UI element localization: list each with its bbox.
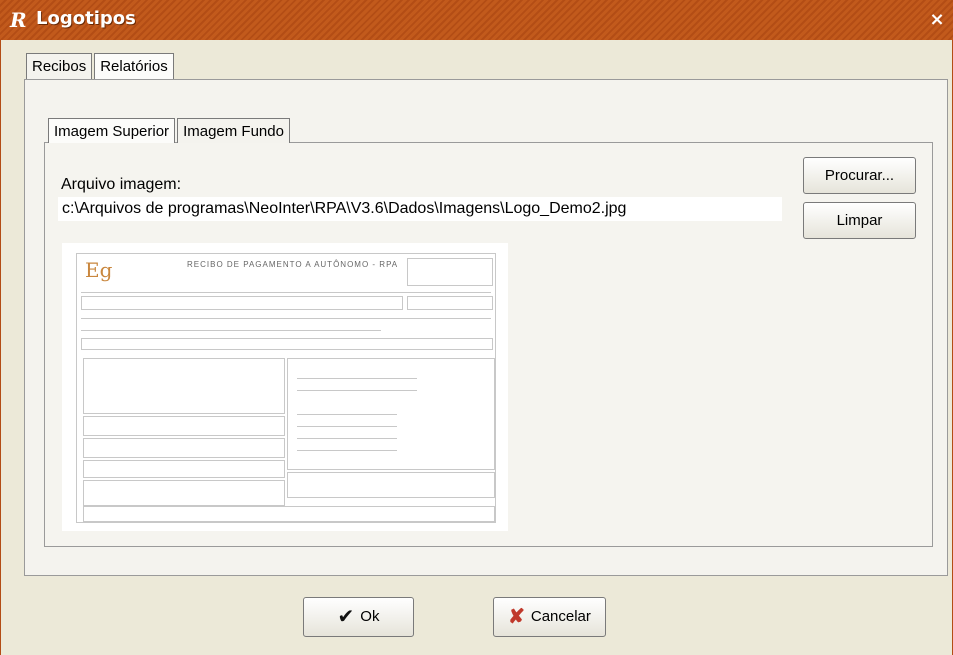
receipt-thumbnail: Eg RECIBO DE PAGAMENTO A AUTÔNOMO - RPA <box>76 253 496 523</box>
inner-tab-strip: Imagem Superior Imagem Fundo <box>48 118 292 143</box>
preview-box <box>83 506 495 522</box>
preview-box <box>83 480 285 506</box>
clear-button[interactable]: Limpar <box>803 202 916 239</box>
tab-imagem-fundo[interactable]: Imagem Fundo <box>177 118 290 143</box>
preview-line <box>81 330 381 331</box>
preview-box <box>83 438 285 458</box>
window-title: Logotipos <box>36 8 136 29</box>
title-bar[interactable]: R Logotipos × <box>0 0 953 40</box>
preview-box <box>407 296 493 310</box>
preview-line <box>297 438 397 439</box>
preview-box <box>287 472 495 498</box>
preview-line <box>81 318 491 319</box>
outer-tab-strip: Recibos Relatórios <box>26 53 176 79</box>
preview-box <box>83 416 285 436</box>
ok-label: Ok <box>360 608 380 626</box>
tab-relatorios[interactable]: Relatórios <box>94 53 174 79</box>
preview-box <box>81 338 493 350</box>
preview-box <box>407 258 493 286</box>
check-icon: ✔ <box>337 606 355 629</box>
preview-line <box>297 450 397 451</box>
app-logo-icon: R <box>10 8 27 32</box>
preview-logo: Eg <box>85 258 113 282</box>
preview-box <box>83 358 285 414</box>
tab-imagem-superior[interactable]: Imagem Superior <box>48 118 176 143</box>
cancel-label: Cancelar <box>530 608 591 626</box>
x-icon: ✘ <box>508 606 525 629</box>
image-preview: Eg RECIBO DE PAGAMENTO A AUTÔNOMO - RPA <box>62 243 508 531</box>
preview-heading: RECIBO DE PAGAMENTO A AUTÔNOMO - RPA <box>187 260 399 269</box>
cancel-button[interactable]: ✘ Cancelar <box>493 597 606 637</box>
file-path-field[interactable]: c:\Arquivos de programas\NeoInter\RPA\V3… <box>58 197 782 221</box>
close-icon[interactable]: × <box>927 10 947 30</box>
preview-line <box>297 426 397 427</box>
preview-box <box>83 460 285 478</box>
file-label: Arquivo imagem: <box>61 176 182 193</box>
preview-line <box>81 292 491 293</box>
preview-line <box>297 414 397 415</box>
tab-recibos[interactable]: Recibos <box>26 53 93 79</box>
preview-line <box>297 378 417 379</box>
ok-button[interactable]: ✔ Ok <box>303 597 414 637</box>
browse-button[interactable]: Procurar... <box>803 157 916 194</box>
preview-box <box>81 296 403 310</box>
preview-line <box>297 390 417 391</box>
